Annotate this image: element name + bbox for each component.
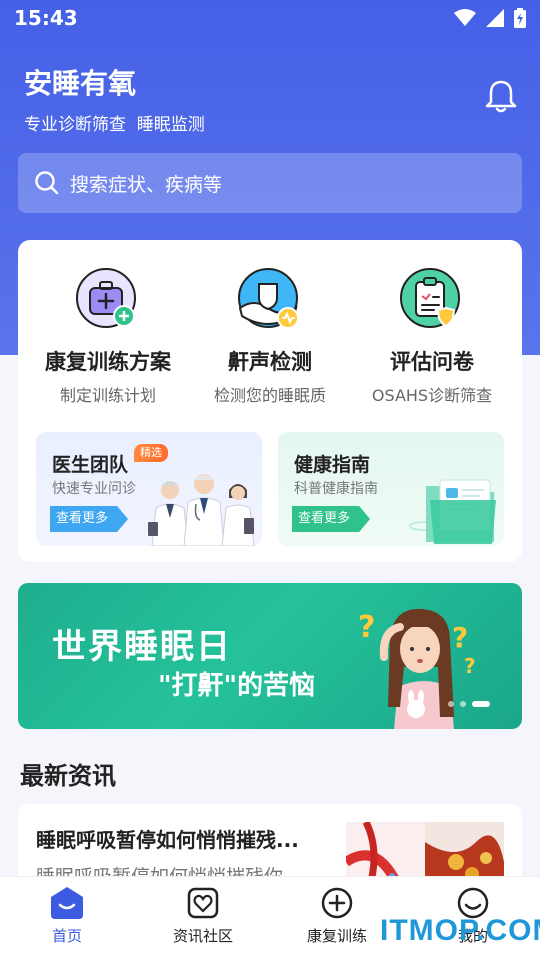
folder-illustration <box>409 479 496 544</box>
wifi-icon <box>454 9 476 26</box>
svg-text:?: ? <box>452 621 468 654</box>
troubled-girl-illustration: ? ? ? <box>358 608 476 729</box>
carousel-indicator <box>448 701 490 707</box>
svg-text:?: ? <box>464 654 476 678</box>
community-icon <box>187 887 219 919</box>
app-subtitle: 专业诊断筛查 睡眠监测 <box>24 115 205 135</box>
svg-text:?: ? <box>358 610 375 645</box>
service-title: 康复训练方案 <box>45 350 171 374</box>
news-title: 睡眠呼吸暂停如何悄悄摧残... <box>36 828 299 852</box>
site-watermark: ITMOP.COM <box>380 914 540 947</box>
health-guide-desc: 科普健康指南 <box>294 481 378 497</box>
app-title: 安睡有氧 <box>24 67 137 100</box>
service-title: 鼾声检测 <box>228 350 312 374</box>
carousel-dot <box>460 701 466 707</box>
tab-home[interactable]: 首页 <box>12 885 122 946</box>
featured-badge: 精选 <box>134 444 168 462</box>
service-snore-detect[interactable]: 鼾声检测 检测您的睡眠质 <box>186 268 354 406</box>
tab-community[interactable]: 资讯社区 <box>148 885 258 946</box>
carousel-dot <box>448 701 454 707</box>
rehab-kit-icon <box>76 268 136 328</box>
signal-icon <box>486 9 504 27</box>
service-title: 评估问卷 <box>390 350 474 374</box>
guide-view-more-button[interactable]: 查看更多 <box>292 506 371 532</box>
health-guide-card[interactable]: 健康指南 科普健康指南 查看更多 <box>278 432 504 546</box>
service-questionnaire[interactable]: 评估问卷 OSAHS诊断筛查 <box>348 268 516 406</box>
tab-label: 资讯社区 <box>172 927 233 945</box>
battery-icon <box>514 8 526 28</box>
doctor-team-desc: 快速专业问诊 <box>52 481 136 497</box>
doctor-team-title: 医生团队 <box>52 454 129 476</box>
tab-label: 康复训练 <box>306 927 367 945</box>
tab-label: 首页 <box>51 927 82 945</box>
doctors-illustration <box>148 474 255 546</box>
home-icon <box>51 887 83 919</box>
services-card: 康复训练方案 制定训练计划 鼾声检测 检测您的睡眠质 评估问卷 OSAHS诊断筛… <box>18 240 522 562</box>
latest-news-heading: 最新资讯 <box>20 762 116 790</box>
banner-subtitle: "打鼾"的苦恼 <box>158 671 316 701</box>
doctor-team-card[interactable]: 医生团队 精选 快速专业问诊 查看更多 <box>36 432 262 546</box>
search-bar[interactable]: 搜索症状、疾病等 <box>18 153 522 213</box>
status-icons <box>454 8 526 28</box>
status-time: 15:43 <box>14 6 78 30</box>
banner-title: 世界睡眠日 <box>52 627 232 667</box>
questionnaire-icon <box>400 268 460 328</box>
snore-shield-icon <box>238 268 299 329</box>
service-desc: 检测您的睡眠质 <box>213 386 326 405</box>
service-rehab-plan[interactable]: 康复训练方案 制定训练计划 <box>24 268 192 406</box>
search-placeholder: 搜索症状、疾病等 <box>70 173 223 196</box>
service-desc: OSAHS诊断筛查 <box>371 386 493 405</box>
status-bar: 15:43 <box>0 0 540 36</box>
rehab-icon <box>321 887 353 919</box>
bell-icon[interactable] <box>484 78 518 114</box>
tab-rehab[interactable]: 康复训练 <box>282 885 392 946</box>
promo-banner[interactable]: 世界睡眠日 "打鼾"的苦恼 ? ? ? <box>18 583 522 729</box>
carousel-dot-active <box>472 701 490 707</box>
health-guide-title: 健康指南 <box>294 454 371 476</box>
doctor-view-more-button[interactable]: 查看更多 <box>50 506 129 532</box>
service-desc: 制定训练计划 <box>59 386 156 405</box>
search-icon <box>35 171 59 195</box>
